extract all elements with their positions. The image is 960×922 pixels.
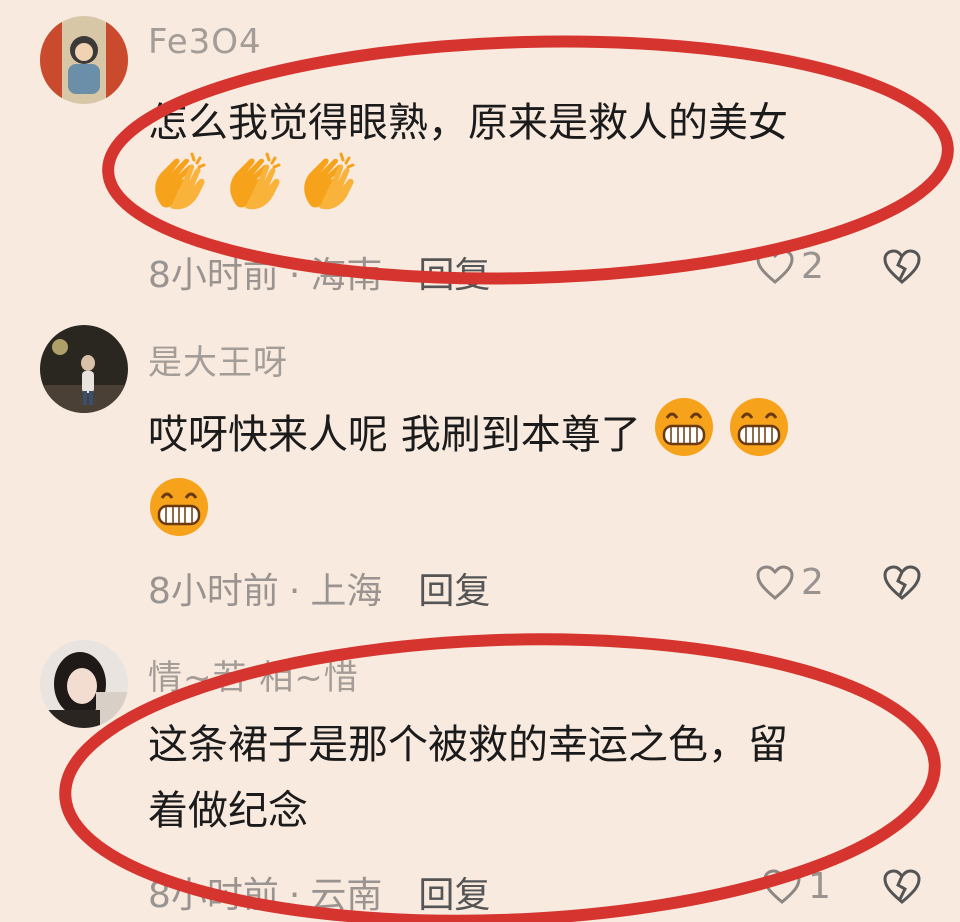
clapping-hands-emoji bbox=[148, 150, 210, 232]
meta-separator: · bbox=[288, 571, 301, 612]
like-count: 2 bbox=[801, 246, 824, 287]
emoji-row bbox=[148, 476, 210, 558]
comment-text-line: 哎呀快来人呢 我刷到本尊了 bbox=[148, 412, 641, 458]
avatar[interactable] bbox=[40, 16, 128, 104]
like-button[interactable]: 2 bbox=[755, 246, 824, 287]
grinning-face-emoji bbox=[653, 396, 715, 478]
comment-text: 哎呀快来人呢 我刷到本尊了 bbox=[148, 396, 790, 478]
username[interactable]: 是大王呀 bbox=[148, 335, 288, 384]
avatar-image bbox=[40, 640, 128, 728]
timestamp: 8小时前 bbox=[148, 255, 279, 296]
comment-meta: 8小时前 · 云南 回复 bbox=[148, 866, 490, 918]
dislike-button[interactable] bbox=[882, 868, 922, 910]
reply-button[interactable]: 回复 bbox=[418, 571, 490, 612]
avatar[interactable] bbox=[40, 640, 128, 728]
comment-text-line: 着做纪念 bbox=[148, 788, 308, 834]
reply-button[interactable]: 回复 bbox=[418, 875, 490, 916]
meta-separator: · bbox=[288, 875, 301, 916]
broken-heart-icon bbox=[883, 565, 921, 600]
avatar-image bbox=[40, 16, 128, 104]
timestamp: 8小时前 bbox=[148, 571, 279, 612]
avatar-image bbox=[40, 325, 128, 413]
location: 海南 bbox=[310, 255, 383, 296]
username[interactable]: Fe3O4 bbox=[148, 22, 262, 62]
comment-text-line: 这条裙子是那个被救的幸运之色，留 bbox=[148, 722, 788, 768]
comment-meta: 8小时前 · 上海 回复 bbox=[148, 562, 490, 614]
location: 上海 bbox=[310, 571, 383, 612]
grinning-face-emoji bbox=[148, 476, 210, 558]
avatar[interactable] bbox=[40, 325, 128, 413]
comment-meta: 8小时前 · 海南 回复 bbox=[148, 246, 490, 298]
dislike-button[interactable] bbox=[882, 248, 922, 290]
heart-outline-icon bbox=[763, 868, 801, 904]
like-count: 2 bbox=[801, 562, 824, 603]
username[interactable]: 情~若 相~惜 bbox=[148, 650, 359, 699]
meta-separator: · bbox=[288, 255, 301, 296]
clapping-hands-emoji bbox=[297, 150, 359, 232]
broken-heart-icon bbox=[883, 869, 921, 904]
like-button[interactable]: 2 bbox=[755, 562, 824, 603]
location: 云南 bbox=[310, 875, 383, 916]
comment-text-line: 怎么我觉得眼熟，原来是救人的美女 bbox=[148, 100, 788, 146]
heart-outline-icon bbox=[756, 564, 794, 600]
comment-text: 怎么我觉得眼熟，原来是救人的美女 bbox=[148, 90, 788, 156]
dislike-button[interactable] bbox=[882, 564, 922, 606]
like-button[interactable]: 1 bbox=[762, 866, 831, 907]
timestamp: 8小时前 bbox=[148, 875, 279, 916]
grinning-face-emoji bbox=[728, 396, 790, 478]
clapping-hands-emoji bbox=[223, 150, 285, 232]
heart-outline-icon bbox=[756, 248, 794, 284]
emoji-row bbox=[148, 150, 359, 232]
broken-heart-icon bbox=[883, 249, 921, 284]
comment-text: 这条裙子是那个被救的幸运之色，留 着做纪念 bbox=[148, 712, 788, 844]
like-count: 1 bbox=[808, 866, 831, 907]
reply-button[interactable]: 回复 bbox=[418, 255, 490, 296]
